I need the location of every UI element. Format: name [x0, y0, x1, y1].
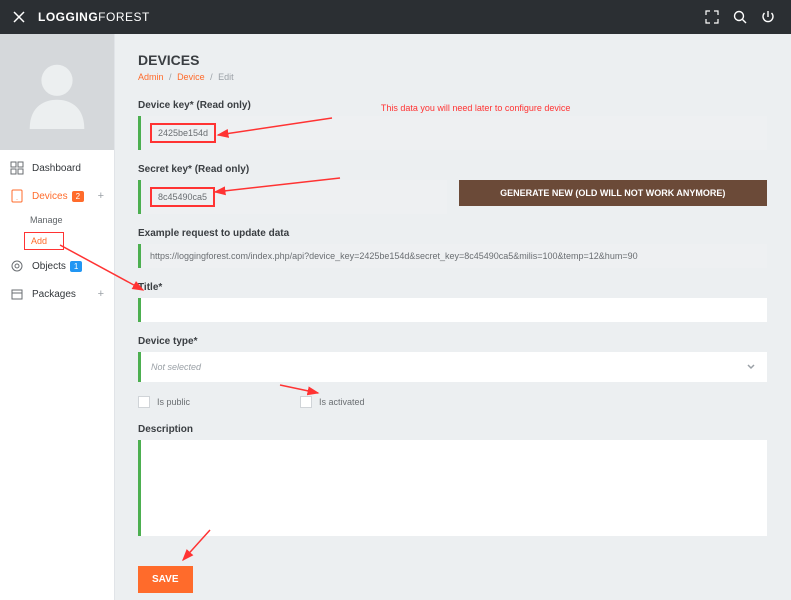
user-avatar[interactable]: [0, 34, 114, 150]
breadcrumb-edit: Edit: [218, 72, 234, 82]
title-input-wrap: [138, 298, 767, 322]
sidebar-item-dashboard[interactable]: Dashboard: [0, 154, 114, 182]
search-icon[interactable]: [729, 6, 751, 28]
device-key-value: 2425be154d: [158, 128, 208, 138]
example-label: Example request to update data: [138, 228, 767, 239]
power-icon[interactable]: [757, 6, 779, 28]
is-public-checkbox[interactable]: Is public: [138, 396, 190, 408]
secret-key-label: Secret key* (Read only): [138, 164, 767, 175]
sidebar: Dashboard Devices 2 + Manage Add Objects…: [0, 34, 114, 600]
title-input[interactable]: [150, 305, 758, 315]
badge-count: 2: [72, 191, 84, 202]
sidebar-item-label: Dashboard: [32, 163, 81, 174]
breadcrumb-device[interactable]: Device: [177, 72, 205, 82]
is-activated-checkbox[interactable]: Is activated: [300, 396, 365, 408]
description-label: Description: [138, 424, 767, 435]
breadcrumb-admin[interactable]: Admin: [138, 72, 164, 82]
device-type-selected: Not selected: [151, 362, 201, 372]
sidebar-item-devices[interactable]: Devices 2 +: [0, 182, 114, 210]
main-content: DEVICES Admin / Device / Edit Device key…: [114, 34, 791, 600]
example-url-field: https://loggingforest.com/index.php/api?…: [138, 244, 767, 268]
config-note: This data you will need later to configu…: [381, 103, 571, 113]
page-title: DEVICES: [138, 52, 767, 68]
description-textarea[interactable]: [150, 447, 758, 527]
secret-key-value: 8c45490ca5: [158, 192, 207, 202]
chevron-down-icon: [745, 360, 757, 374]
app-header: LOGGINGFOREST: [0, 0, 791, 34]
sidebar-sub-manage[interactable]: Manage: [0, 210, 114, 230]
expand-icon[interactable]: +: [98, 190, 104, 202]
device-key-label: Device key* (Read only): [138, 100, 251, 111]
sidebar-item-objects[interactable]: Objects 1: [0, 252, 114, 280]
title-label: Title*: [138, 282, 767, 293]
is-activated-label: Is activated: [319, 397, 365, 407]
checkbox-icon: [138, 396, 150, 408]
checkbox-icon: [300, 396, 312, 408]
secret-key-field: 8c45490ca5: [138, 180, 447, 214]
sidebar-item-label: Objects: [32, 261, 66, 272]
devices-icon: [10, 189, 24, 203]
packages-icon: [10, 287, 24, 301]
dashboard-icon: [10, 161, 24, 175]
fullscreen-icon[interactable]: [701, 6, 723, 28]
is-public-label: Is public: [157, 397, 190, 407]
generate-new-button[interactable]: GENERATE NEW (OLD WILL NOT WORK ANYMORE): [459, 180, 768, 206]
objects-icon: [10, 259, 24, 273]
sidebar-item-packages[interactable]: Packages +: [0, 280, 114, 308]
description-wrap: [138, 440, 767, 536]
save-button[interactable]: SAVE: [138, 566, 193, 593]
breadcrumb: Admin / Device / Edit: [138, 72, 767, 82]
sidebar-sub-add[interactable]: Add: [24, 232, 64, 250]
badge-count: 1: [70, 261, 82, 272]
device-type-select[interactable]: Not selected: [138, 352, 767, 382]
device-type-label: Device type*: [138, 336, 767, 347]
sidebar-item-label: Devices: [32, 191, 68, 202]
close-icon[interactable]: [12, 10, 26, 24]
expand-icon[interactable]: +: [98, 288, 104, 300]
sidebar-item-label: Packages: [32, 289, 76, 300]
device-key-field: 2425be154d: [138, 116, 767, 150]
brand-logo: LOGGINGFOREST: [38, 10, 150, 24]
